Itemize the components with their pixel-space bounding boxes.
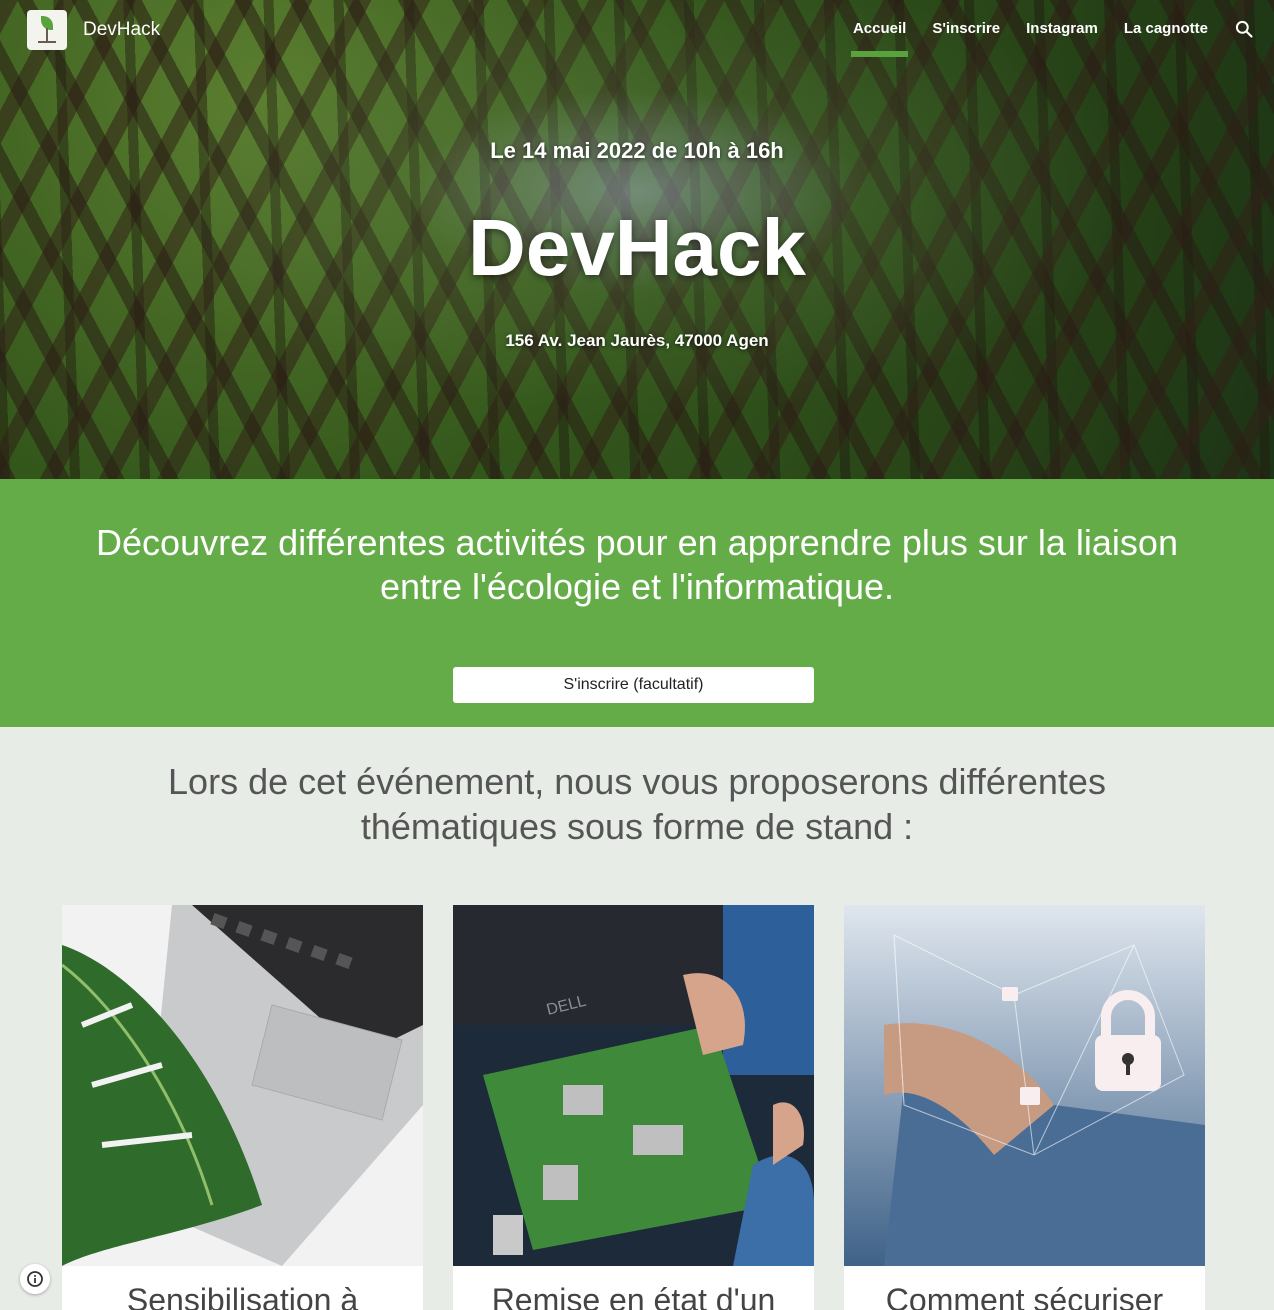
nav-item-la-cagnotte[interactable]: La cagnotte (1124, 20, 1208, 58)
nav-item-sinscrire[interactable]: S'inscrire (932, 20, 1000, 58)
signup-button[interactable]: S'inscrire (facultatif) (453, 667, 814, 703)
info-icon[interactable] (20, 1264, 50, 1294)
section-title: Lors de cet événement, nous vous propose… (168, 761, 1106, 847)
stand-card-2-title: Remise en état d'un (491, 1282, 776, 1310)
stand-card-3[interactable]: Comment sécuriser (844, 905, 1205, 1310)
devhack-logo-icon[interactable] (27, 10, 67, 50)
top-navigation-bar: DevHack Accueil S'inscrire Instagram La … (0, 0, 1274, 60)
nav-item-instagram[interactable]: Instagram (1026, 20, 1098, 58)
search-icon[interactable] (1234, 19, 1254, 39)
event-address: 156 Av. Jean Jaurès, 47000 Agen (505, 331, 769, 350)
hero-title: DevHack (467, 203, 806, 292)
main-nav: Accueil S'inscrire Instagram La cagnotte (827, 20, 1208, 58)
stand-card-3-title: Comment sécuriser (885, 1282, 1164, 1310)
stand-card-2[interactable]: DELL Remise en état d'un (453, 905, 814, 1310)
intro-text: Découvrez différentes activités pour en … (96, 522, 1178, 607)
stand-card-1-title: Sensibilisation à (126, 1282, 359, 1310)
laptop-leaf-image (62, 905, 423, 1266)
event-date: Le 14 mai 2022 de 10h à 16h (490, 138, 784, 163)
intro-band: Découvrez différentes activités pour en … (0, 479, 1274, 727)
security-lock-image (844, 905, 1205, 1266)
circuit-board-image: DELL (453, 905, 814, 1266)
nav-item-accueil[interactable]: Accueil (850, 20, 909, 58)
stand-card-1[interactable]: Sensibilisation à (62, 905, 423, 1310)
site-title[interactable]: DevHack (83, 19, 160, 41)
